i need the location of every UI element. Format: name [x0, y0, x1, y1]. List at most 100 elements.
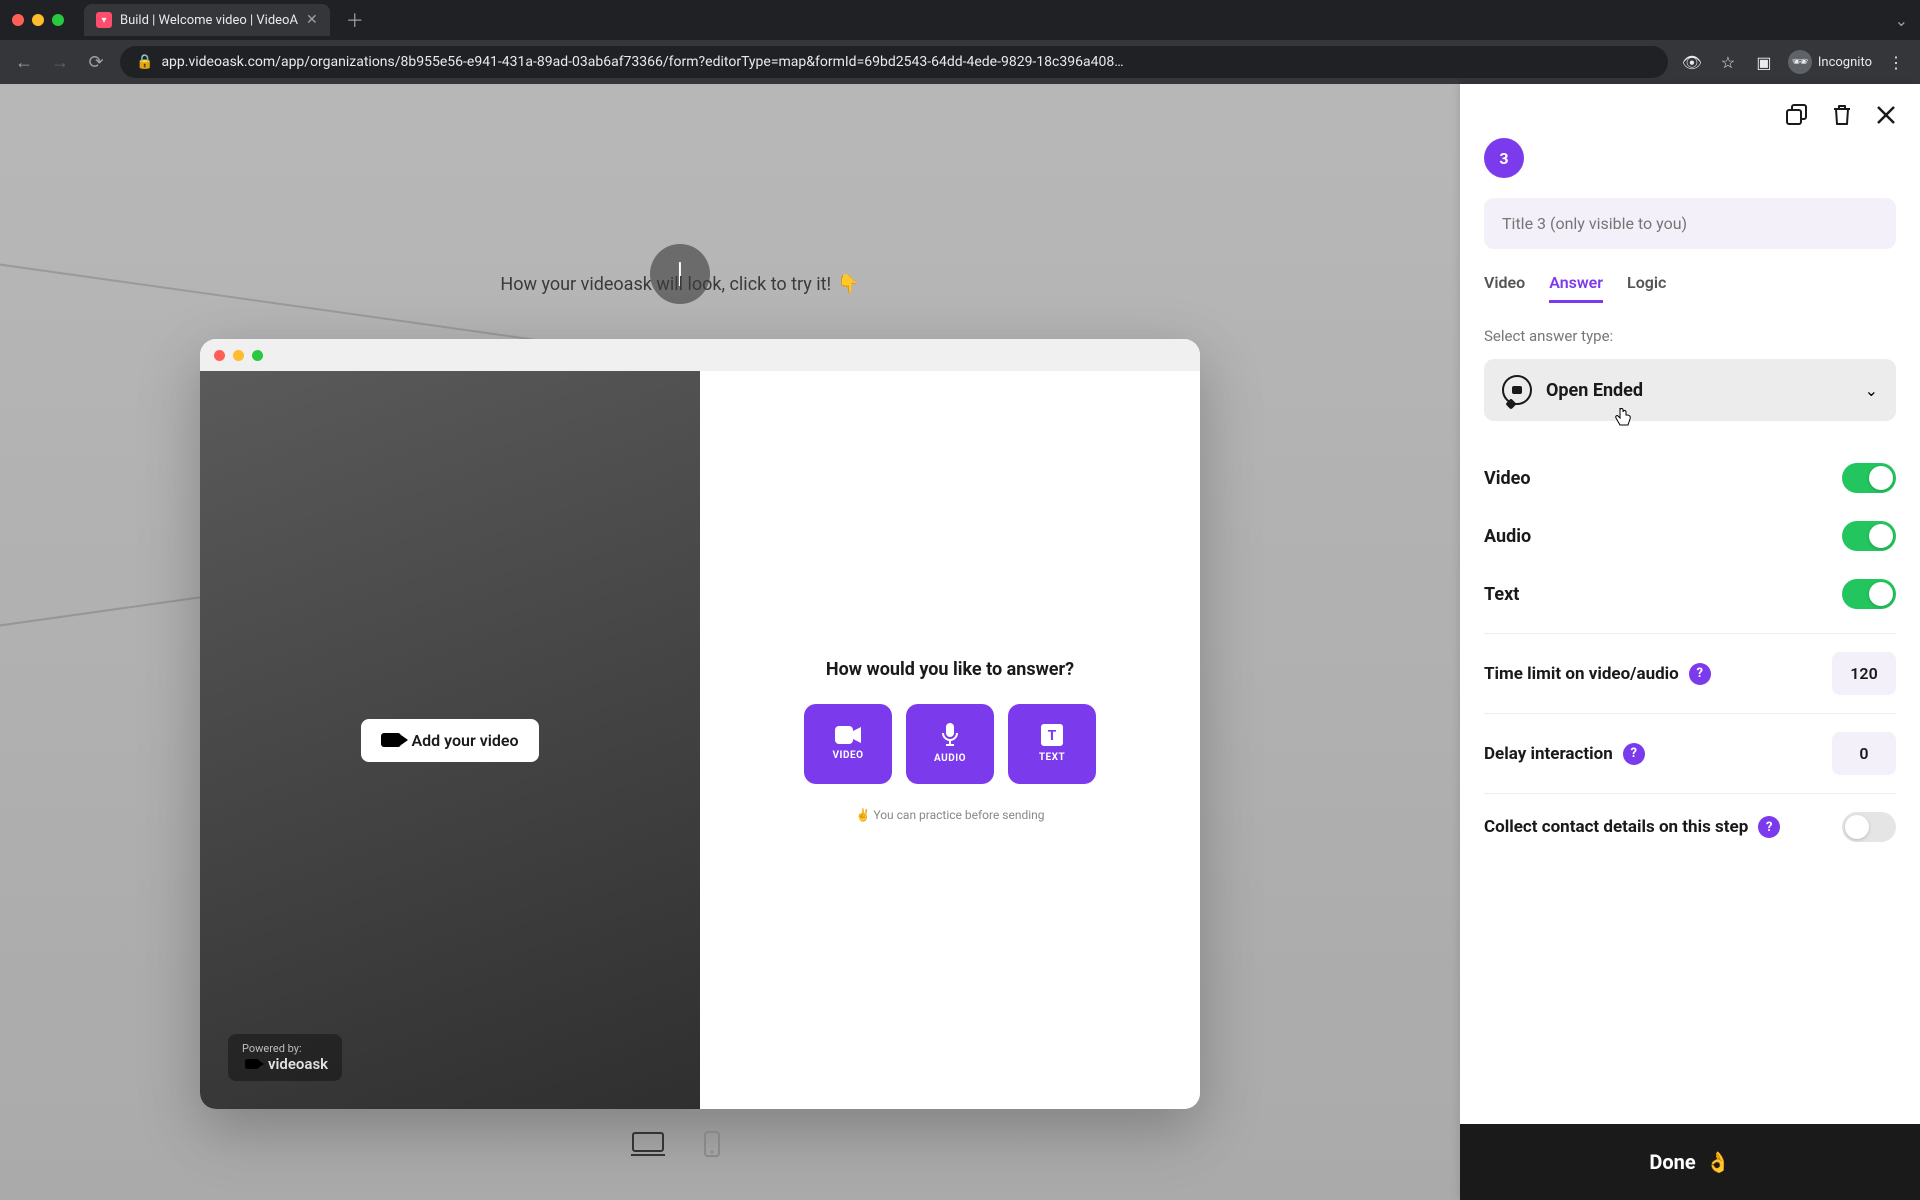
url-text: app.videoask.com/app/organizations/8b955… — [161, 54, 1123, 70]
mobile-preview-button[interactable] — [692, 1128, 732, 1160]
toggle-text-switch[interactable] — [1842, 579, 1896, 609]
eye-off-icon[interactable]: 👁 — [1680, 53, 1704, 72]
preview-hint-text: How your videoask will look, click to tr… — [500, 274, 831, 295]
svg-text:T: T — [1048, 728, 1057, 744]
toggle-text-label: Text — [1484, 584, 1519, 605]
add-video-label: Add your video — [411, 731, 518, 750]
preview-answer-pane: How would you like to answer? VIDEO AUDI… — [700, 371, 1200, 1109]
tab-answer[interactable]: Answer — [1549, 273, 1603, 303]
preview-close-icon — [214, 350, 225, 361]
microphone-icon — [941, 723, 959, 747]
answer-type-dropdown[interactable]: Open Ended ⌄ — [1484, 359, 1896, 421]
tab-logic[interactable]: Logic — [1627, 273, 1666, 303]
bookmark-star-icon[interactable]: ☆ — [1716, 53, 1740, 72]
practice-hint: ✌️ You can practice before sending — [855, 808, 1044, 822]
delete-icon[interactable] — [1832, 104, 1852, 126]
step-title-input[interactable] — [1484, 198, 1896, 249]
time-limit-input[interactable]: 120 — [1832, 652, 1896, 695]
tab-title: Build | Welcome video | VideoA — [120, 13, 298, 28]
answer-audio-label: AUDIO — [934, 753, 966, 764]
window-minimize-icon[interactable] — [32, 14, 44, 26]
help-icon[interactable]: ? — [1758, 816, 1780, 838]
desktop-preview-button[interactable] — [628, 1128, 668, 1160]
browser-toolbar: ← → ⟳ 🔒 app.videoask.com/app/organizatio… — [0, 40, 1920, 84]
collect-contact-label: Collect contact details on this step — [1484, 817, 1748, 837]
nav-forward-button[interactable]: → — [48, 52, 72, 73]
ok-hand-emoji-icon: 👌 — [1706, 1150, 1731, 1174]
pointing-down-emoji-icon: 👇 — [837, 274, 859, 295]
browser-tab[interactable]: ▾ Build | Welcome video | VideoA ✕ — [84, 4, 330, 36]
preview-video-pane[interactable]: Add your video Powered by: videoask — [200, 371, 700, 1109]
answer-buttons-row: VIDEO AUDIO T TEXT — [804, 704, 1096, 784]
open-ended-icon — [1502, 375, 1532, 405]
collect-contact-switch[interactable] — [1842, 812, 1896, 842]
powered-by-line1: Powered by: — [242, 1042, 328, 1055]
window-traffic-lights — [12, 14, 64, 26]
close-panel-icon[interactable] — [1876, 105, 1896, 125]
powered-by-badge[interactable]: Powered by: videoask — [228, 1034, 342, 1081]
answer-text-button[interactable]: T TEXT — [1008, 704, 1096, 784]
answer-video-label: VIDEO — [833, 750, 864, 761]
text-icon: T — [1041, 724, 1063, 746]
device-toggle — [0, 1128, 1360, 1160]
nav-reload-button[interactable]: ⟳ — [84, 52, 108, 73]
step-editor-panel: 3 Video Answer Logic Select answer type:… — [1460, 84, 1920, 1200]
add-video-button[interactable]: Add your video — [361, 719, 538, 762]
time-limit-row: Time limit on video/audio ? 120 — [1484, 633, 1896, 713]
toggle-audio-label: Audio — [1484, 526, 1531, 547]
incognito-icon: 🕶 — [1788, 50, 1812, 74]
window-close-icon[interactable] — [12, 14, 24, 26]
lock-icon: 🔒 — [136, 54, 153, 70]
done-button[interactable]: Done 👌 — [1460, 1124, 1920, 1200]
preview-hint: How your videoask will look, click to tr… — [0, 274, 1360, 295]
panel-tabs: Video Answer Logic — [1484, 273, 1896, 303]
time-limit-label: Time limit on video/audio — [1484, 664, 1679, 684]
preview-window: Add your video Powered by: videoask How … — [200, 339, 1200, 1109]
delay-label: Delay interaction — [1484, 744, 1613, 764]
incognito-label: Incognito — [1818, 55, 1872, 70]
new-tab-button[interactable]: ＋ — [346, 7, 364, 33]
tab-close-icon[interactable]: ✕ — [306, 12, 318, 28]
toggle-text-row: Text — [1484, 565, 1896, 623]
panel-content: 3 Video Answer Logic Select answer type:… — [1460, 138, 1920, 1124]
collect-contact-row: Collect contact details on this step ? — [1484, 793, 1896, 860]
toggle-audio-switch[interactable] — [1842, 521, 1896, 551]
answer-audio-button[interactable]: AUDIO — [906, 704, 994, 784]
powered-by-line2: videoask — [268, 1055, 328, 1073]
toggle-audio-row: Audio — [1484, 507, 1896, 565]
kebab-menu-icon[interactable]: ⋮ — [1884, 53, 1908, 72]
tab-favicon-icon: ▾ — [96, 12, 112, 28]
nav-back-button[interactable]: ← — [12, 52, 36, 73]
help-icon[interactable]: ? — [1689, 663, 1711, 685]
cursor-icon — [1614, 407, 1632, 427]
panel-header — [1460, 84, 1920, 138]
incognito-indicator[interactable]: 🕶 Incognito — [1788, 50, 1872, 74]
toggle-video-row: Video — [1484, 449, 1896, 507]
delay-interaction-row: Delay interaction ? 0 — [1484, 713, 1896, 793]
tabs-overflow-icon[interactable]: ⌄ — [1895, 11, 1908, 30]
toggle-video-label: Video — [1484, 468, 1531, 489]
preview-titlebar — [200, 339, 1200, 371]
preview-zoom-icon — [252, 350, 263, 361]
help-icon[interactable]: ? — [1623, 743, 1645, 765]
answer-prompt: How would you like to answer? — [826, 659, 1074, 680]
delay-input[interactable]: 0 — [1832, 732, 1896, 775]
done-label: Done — [1649, 1150, 1695, 1174]
camera-icon — [381, 733, 401, 747]
extensions-icon[interactable]: ▣ — [1752, 53, 1776, 72]
answer-video-button[interactable]: VIDEO — [804, 704, 892, 784]
window-zoom-icon[interactable] — [52, 14, 64, 26]
chevron-down-icon: ⌄ — [1865, 381, 1878, 400]
video-camera-icon — [835, 726, 861, 744]
videoask-logo-icon — [245, 1059, 259, 1069]
preview-minimize-icon — [233, 350, 244, 361]
url-bar[interactable]: 🔒 app.videoask.com/app/organizations/8b9… — [120, 46, 1668, 78]
step-number-badge: 3 — [1484, 138, 1524, 178]
select-answer-type-label: Select answer type: — [1484, 327, 1896, 345]
preview-body: Add your video Powered by: videoask How … — [200, 371, 1200, 1109]
duplicate-icon[interactable] — [1786, 104, 1808, 126]
answer-type-value: Open Ended — [1546, 380, 1643, 401]
tab-video[interactable]: Video — [1484, 273, 1525, 303]
toggle-video-switch[interactable] — [1842, 463, 1896, 493]
browser-tab-strip: ▾ Build | Welcome video | VideoA ✕ ＋ ⌄ — [0, 0, 1920, 40]
